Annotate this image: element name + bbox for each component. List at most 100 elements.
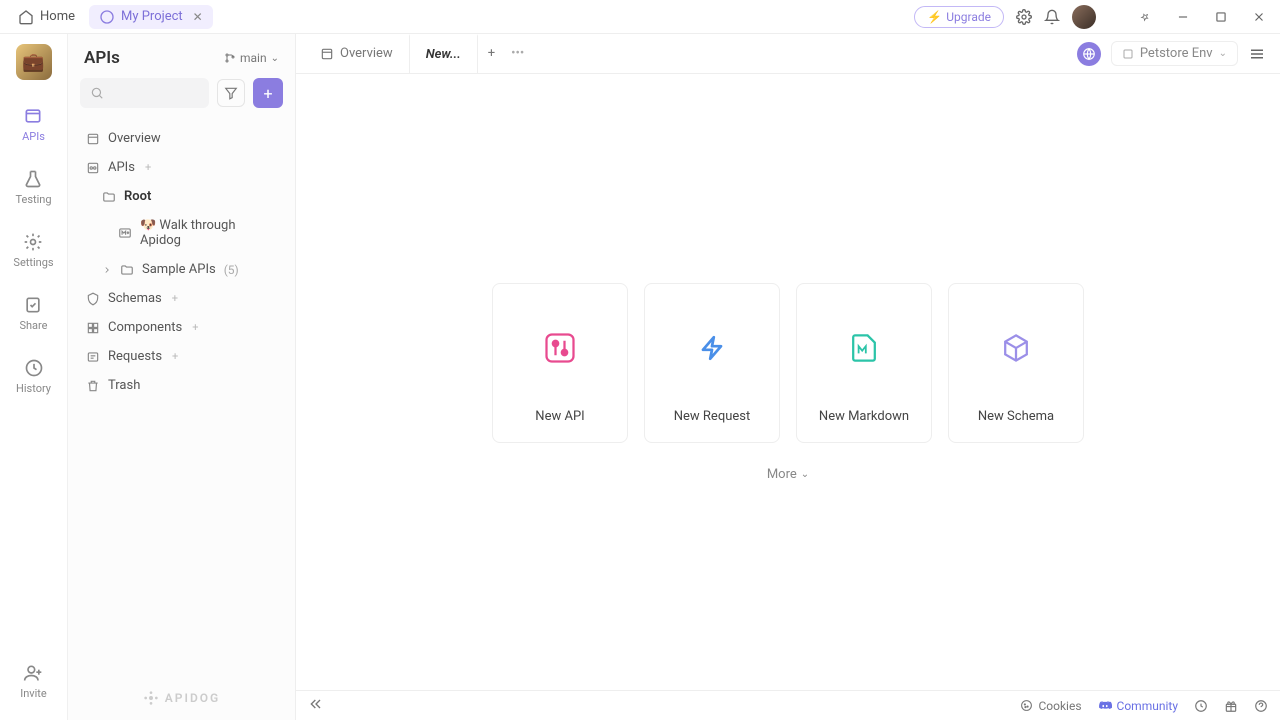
tree-schemas[interactable]: Schemas + [76, 284, 287, 313]
search-input[interactable] [80, 78, 209, 108]
branch-icon [224, 52, 236, 64]
card-new-request[interactable]: New Request [644, 283, 780, 443]
tree-requests[interactable]: Requests + [76, 342, 287, 371]
upgrade-label: Upgrade [946, 10, 991, 24]
folder-icon [120, 263, 134, 277]
more-link[interactable]: More ⌄ [767, 467, 809, 482]
tree-label: Requests [108, 349, 162, 364]
card-label: New API [535, 409, 584, 424]
titlebar-right: ⚡ Upgrade [914, 5, 1272, 29]
tree-root[interactable]: Root [76, 182, 287, 211]
sidebar-item-invite[interactable]: Invite [16, 659, 51, 704]
app-logo[interactable]: 💼 [16, 44, 52, 80]
help-icon [1254, 699, 1268, 713]
env-label: Petstore Env [1140, 46, 1213, 61]
tree-walkthrough[interactable]: 🐶 Walk through Apidog [76, 211, 287, 255]
sidebar-item-label: APIs [22, 130, 45, 143]
community-button[interactable]: Community [1098, 699, 1178, 713]
env-icon [1122, 48, 1134, 60]
bell-icon[interactable] [1044, 9, 1060, 25]
add-hint-icon[interactable]: + [172, 292, 178, 305]
tree-label: Components [108, 320, 182, 335]
env-selector[interactable]: Petstore Env ⌄ [1111, 41, 1238, 66]
sync-button[interactable] [1194, 699, 1208, 713]
gear-icon[interactable] [1016, 9, 1032, 25]
tab-more[interactable]: ••• [505, 34, 530, 73]
tree-label: Root [124, 189, 151, 204]
request-icon [694, 330, 730, 366]
tab-project[interactable]: My Project ✕ [89, 5, 213, 29]
tree: Overview APIs + Root 🐶 Walk through Apid… [68, 118, 295, 406]
cookies-button[interactable]: Cookies [1020, 699, 1081, 713]
overview-tab-icon [320, 47, 334, 61]
add-hint-icon[interactable]: + [145, 161, 151, 174]
filter-button[interactable] [217, 79, 245, 107]
sidebar-item-history[interactable]: History [12, 354, 55, 399]
sidebar-item-testing[interactable]: Testing [11, 165, 55, 210]
tree-apis[interactable]: APIs + [76, 153, 287, 182]
plus-icon: + [263, 84, 272, 103]
more-label: More [767, 467, 797, 482]
iconbar: 💼 APIs Testing Settings Share History In… [0, 34, 68, 720]
tab-label: Overview [340, 46, 393, 61]
close-icon[interactable]: ✕ [193, 10, 203, 24]
tree-components[interactable]: Components + [76, 313, 287, 342]
tree-trash[interactable]: Trash [76, 371, 287, 400]
add-button[interactable]: + [253, 78, 283, 108]
chevron-double-left-icon [308, 696, 324, 712]
treebar-title: APIs [84, 48, 120, 68]
panel-menu-icon[interactable] [1248, 45, 1266, 63]
add-hint-icon[interactable]: + [172, 350, 178, 363]
filter-icon [224, 86, 238, 100]
history-icon [24, 358, 44, 378]
avatar[interactable] [1072, 5, 1096, 29]
chevron-right-icon[interactable] [102, 263, 112, 277]
branch-label: main [240, 51, 267, 65]
upgrade-button[interactable]: ⚡ Upgrade [914, 6, 1004, 28]
tree-sample-apis[interactable]: Sample APIs (5) [76, 255, 287, 284]
maximize-icon[interactable] [1214, 10, 1228, 24]
tree-label: 🐶 Walk through Apidog [140, 218, 277, 248]
pin-icon[interactable] [1138, 10, 1152, 24]
tab-home-label: Home [40, 9, 75, 24]
branch-selector[interactable]: main ⌄ [224, 51, 279, 65]
brand-footer: APIDOG [68, 676, 295, 720]
tab-project-label: My Project [121, 9, 183, 24]
item-count: (5) [224, 263, 239, 277]
main: 💼 APIs Testing Settings Share History In… [0, 34, 1280, 720]
env-badge[interactable] [1077, 42, 1101, 66]
statusbar: Cookies Community [296, 690, 1280, 720]
card-new-schema[interactable]: New Schema [948, 283, 1084, 443]
tab-new[interactable]: New... [409, 34, 478, 73]
window-close-icon[interactable] [1252, 10, 1266, 24]
card-label: New Schema [978, 409, 1054, 424]
tree-overview[interactable]: Overview [76, 124, 287, 153]
apis-icon [23, 106, 43, 126]
tab-overview[interactable]: Overview [304, 34, 409, 73]
canvas: New API New Request New Markdown [296, 74, 1280, 690]
feedback-button[interactable] [1224, 699, 1238, 713]
sidebar-item-label: Settings [13, 256, 53, 269]
collapse-button[interactable] [308, 696, 324, 716]
markdown-icon [118, 226, 132, 240]
trash-icon [86, 379, 100, 393]
sidebar-item-label: History [16, 382, 51, 395]
tab-add[interactable]: + [478, 34, 505, 73]
tree-label: Sample APIs [142, 262, 216, 277]
minimize-icon[interactable] [1176, 10, 1190, 24]
sidebar-item-settings[interactable]: Settings [9, 228, 57, 273]
sidebar-item-apis[interactable]: APIs [18, 102, 49, 147]
community-label: Community [1117, 699, 1178, 713]
tab-home[interactable]: Home [8, 5, 85, 29]
chevron-down-icon: ⌄ [1219, 48, 1227, 59]
cookies-label: Cookies [1038, 699, 1081, 713]
tabs-right: Petstore Env ⌄ [1077, 41, 1272, 66]
sidebar-item-share[interactable]: Share [15, 291, 51, 336]
overview-icon [86, 132, 100, 146]
add-hint-icon[interactable]: + [192, 321, 198, 334]
share-icon [23, 295, 43, 315]
card-new-api[interactable]: New API [492, 283, 628, 443]
help-button[interactable] [1254, 699, 1268, 713]
lightning-icon: ⚡ [927, 10, 942, 24]
card-new-markdown[interactable]: New Markdown [796, 283, 932, 443]
